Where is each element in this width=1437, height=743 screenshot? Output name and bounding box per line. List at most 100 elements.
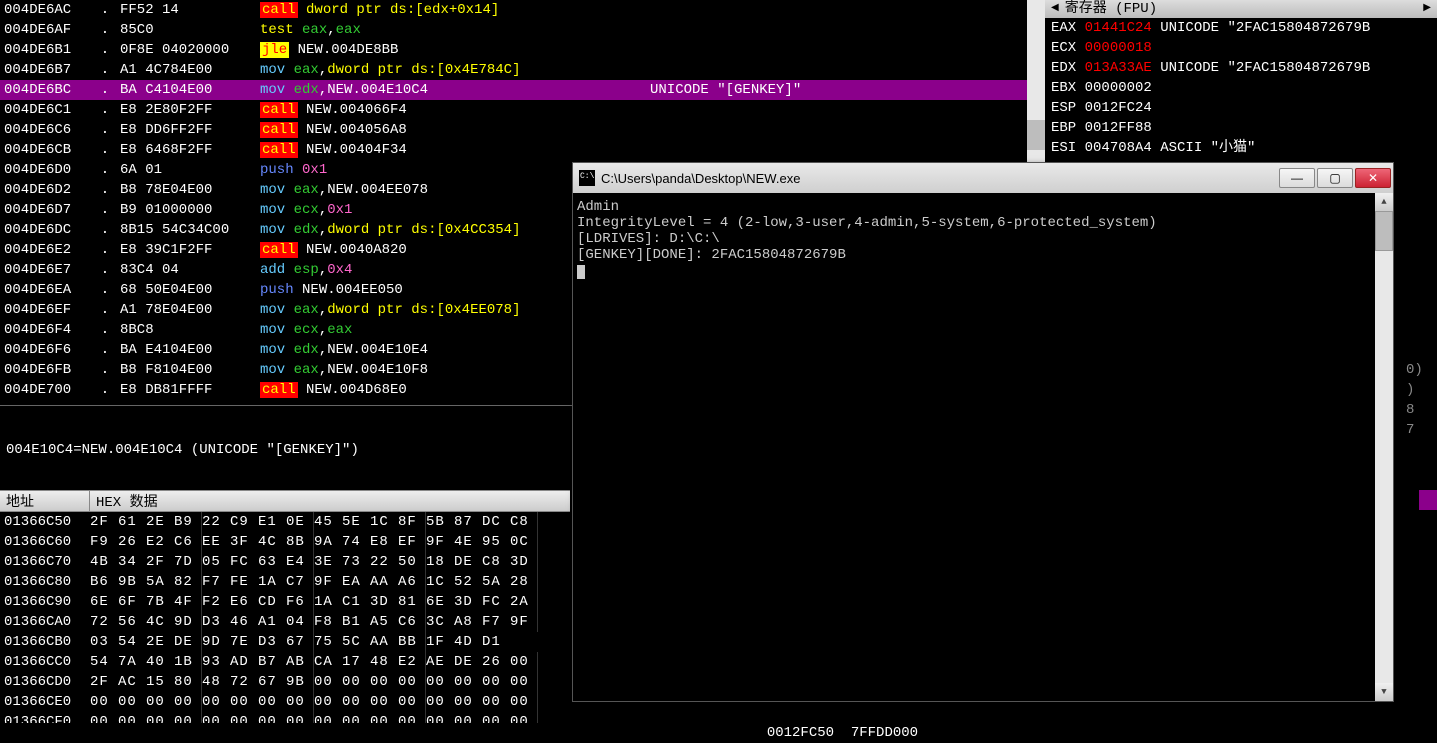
instruction: jle NEW.004DE8BB bbox=[260, 40, 640, 60]
hexdump-row[interactable]: 01366C502F612EB922C9E10E455E1C8F5B87DCC8 bbox=[0, 512, 570, 532]
bytes: BA E4104E00 bbox=[120, 340, 260, 360]
console-window[interactable]: C:\Users\panda\Desktop\NEW.exe — ▢ ✕ Adm… bbox=[572, 162, 1394, 702]
console-body[interactable]: AdminIntegrityLevel = 4 (2-low,3-user,4-… bbox=[573, 193, 1375, 701]
console-line: Admin bbox=[577, 199, 1371, 215]
hexdump-row[interactable]: 01366CA072564C9DD346A104F8B1A5C63CA8F79F bbox=[0, 612, 570, 632]
addr: 004DE6EA bbox=[0, 280, 90, 300]
hexdump-header: 地址 HEX 数据 bbox=[0, 490, 570, 512]
flag: . bbox=[90, 360, 120, 380]
chevron-right-icon[interactable]: ▶ bbox=[1423, 0, 1431, 18]
comment bbox=[640, 120, 1034, 140]
disasm-row[interactable]: 004DE6BC.BA C4104E00mov edx,NEW.004E10C4… bbox=[0, 80, 1034, 100]
disasm-row[interactable]: 004DE6C1.E8 2E80F2FFcall NEW.004066F4 bbox=[0, 100, 1034, 120]
addr: 004DE6D2 bbox=[0, 180, 90, 200]
bytes: 68 50E04E00 bbox=[120, 280, 260, 300]
flag: . bbox=[90, 140, 120, 160]
hexdump-row[interactable]: 01366C704B342F7D05FC63E43E73225018DEC83D bbox=[0, 552, 570, 572]
chevron-left-icon[interactable]: ◀ bbox=[1051, 0, 1059, 18]
flag: . bbox=[90, 280, 120, 300]
disasm-row[interactable]: 004DE6B1.0F8E 04020000jle NEW.004DE8BB bbox=[0, 40, 1034, 60]
addr: 004DE700 bbox=[0, 380, 90, 400]
bytes: BA C4104E00 bbox=[120, 80, 260, 100]
registers-pane[interactable]: ◀ 寄存器 (FPU) ▶ EAX 01441C24 UNICODE "2FAC… bbox=[1045, 0, 1437, 158]
hexdump-row[interactable]: 01366C80B69B5A82F7FE1AC79FEAAAA61C525A28 bbox=[0, 572, 570, 592]
disasm-row[interactable]: 004DE6AF.85C0test eax,eax bbox=[0, 20, 1034, 40]
register-row[interactable]: EBP 0012FF88 bbox=[1045, 118, 1437, 138]
addr: 004DE6B1 bbox=[0, 40, 90, 60]
addr: 004DE6C6 bbox=[0, 120, 90, 140]
disasm-row[interactable]: 004DE6AC.FF52 14call dword ptr ds:[edx+0… bbox=[0, 0, 1034, 20]
scroll-down-icon[interactable]: ▼ bbox=[1375, 683, 1393, 701]
hexdump-row[interactable]: 01366CB003542EDE9D7ED367755CAABB1F4DD1 bbox=[0, 632, 570, 652]
hexdump-row[interactable]: 01366CF000000000000000000000000000000000 bbox=[0, 712, 570, 723]
console-titlebar[interactable]: C:\Users\panda\Desktop\NEW.exe — ▢ ✕ bbox=[573, 163, 1393, 193]
addr: 004DE6BC bbox=[0, 80, 90, 100]
hexdump-row[interactable]: 01366C60F926E2C6EE3F4C8B9A74E8EF9F4E950C bbox=[0, 532, 570, 552]
flag: . bbox=[90, 100, 120, 120]
bytes: E8 2E80F2FF bbox=[120, 100, 260, 120]
register-row[interactable]: ESI 004708A4 ASCII "小猫" bbox=[1045, 138, 1437, 158]
addr: 004DE6AF bbox=[0, 20, 90, 40]
flag: . bbox=[90, 240, 120, 260]
hexdump-addr: 01366C50 bbox=[0, 512, 90, 532]
flag: . bbox=[90, 200, 120, 220]
register-row[interactable]: ESP 0012FC24 bbox=[1045, 98, 1437, 118]
bytes: B8 F8104E00 bbox=[120, 360, 260, 380]
console-scrollbar[interactable]: ▲ ▼ bbox=[1375, 193, 1393, 701]
bytes: A1 4C784E00 bbox=[120, 60, 260, 80]
addr: 004DE6E2 bbox=[0, 240, 90, 260]
bytes: 8B15 54C34C00 bbox=[120, 220, 260, 240]
register-row[interactable]: ECX 00000018 bbox=[1045, 38, 1437, 58]
cursor bbox=[577, 265, 585, 279]
bytes: 85C0 bbox=[120, 20, 260, 40]
comment: UNICODE "[GENKEY]" bbox=[640, 80, 1034, 100]
hexdump-header-hex: HEX 数据 bbox=[90, 491, 570, 511]
hexdump-bytes: 72564C9DD346A104F8B1A5C63CA8F79F bbox=[90, 612, 570, 632]
instruction: mov eax,dword ptr ds:[0x4E784C] bbox=[260, 60, 640, 80]
addr: 004DE6C1 bbox=[0, 100, 90, 120]
addr: 004DE6D0 bbox=[0, 160, 90, 180]
hexdump-row[interactable]: 01366CE000000000000000000000000000000000 bbox=[0, 692, 570, 712]
register-row[interactable]: EDX 013A33AE UNICODE "2FAC15804872679B bbox=[1045, 58, 1437, 78]
bytes: FF52 14 bbox=[120, 0, 260, 20]
disasm-row[interactable]: 004DE6C6.E8 DD6FF2FFcall NEW.004056A8 bbox=[0, 120, 1034, 140]
console-line: [LDRIVES]: D:\C:\ bbox=[577, 231, 1371, 247]
addr: 004DE6F4 bbox=[0, 320, 90, 340]
console-title-text: C:\Users\panda\Desktop\NEW.exe bbox=[601, 171, 1277, 186]
disasm-row[interactable]: 004DE6B7.A1 4C784E00mov eax,dword ptr ds… bbox=[0, 60, 1034, 80]
addr: 004DE6E7 bbox=[0, 260, 90, 280]
comment bbox=[640, 20, 1034, 40]
close-button[interactable]: ✕ bbox=[1355, 168, 1391, 188]
hexdump-bytes: 6E6F7B4FF2E6CDF61AC13D816E3DFC2A bbox=[90, 592, 570, 612]
hexdump-addr: 01366C70 bbox=[0, 552, 90, 572]
instruction: call NEW.004056A8 bbox=[260, 120, 640, 140]
hexdump-addr: 01366CB0 bbox=[0, 632, 90, 652]
maximize-button[interactable]: ▢ bbox=[1317, 168, 1353, 188]
hexdump-bytes: 2F612EB922C9E10E455E1C8F5B87DCC8 bbox=[90, 512, 570, 532]
flag: . bbox=[90, 320, 120, 340]
addr: 004DE6AC bbox=[0, 0, 90, 20]
hexdump-bytes: 547A401B93ADB7ABCA1748E2AEDE2600 bbox=[90, 652, 570, 672]
hexdump-row[interactable]: 01366C906E6F7B4FF2E6CDF61AC13D816E3DFC2A bbox=[0, 592, 570, 612]
hexdump-bytes: 03542EDE9D7ED367755CAABB1F4DD1 bbox=[90, 632, 570, 652]
disasm-row[interactable]: 004DE6CB.E8 6468F2FFcall NEW.00404F34 bbox=[0, 140, 1034, 160]
hexdump-row[interactable]: 01366CC0547A401B93ADB7ABCA1748E2AEDE2600 bbox=[0, 652, 570, 672]
minimize-button[interactable]: — bbox=[1279, 168, 1315, 188]
bytes: B8 78E04E00 bbox=[120, 180, 260, 200]
right-tail: 0))87 bbox=[1400, 360, 1437, 440]
register-row[interactable]: EAX 01441C24 UNICODE "2FAC15804872679B bbox=[1045, 18, 1437, 38]
addr: 004DE6FB bbox=[0, 360, 90, 380]
instruction: call NEW.004066F4 bbox=[260, 100, 640, 120]
comment bbox=[640, 40, 1034, 60]
scroll-up-icon[interactable]: ▲ bbox=[1375, 193, 1393, 211]
hexdump-row[interactable]: 01366CD02FAC15804872679B0000000000000000 bbox=[0, 672, 570, 692]
hexdump-addr: 01366C80 bbox=[0, 572, 90, 592]
comment bbox=[640, 60, 1034, 80]
hexdump-pane[interactable]: 01366C502F612EB922C9E10E455E1C8F5B87DCC8… bbox=[0, 512, 570, 723]
addr: 004DE6D7 bbox=[0, 200, 90, 220]
addr: 004DE6F6 bbox=[0, 340, 90, 360]
scroll-thumb[interactable] bbox=[1375, 211, 1393, 251]
register-row[interactable]: EBX 00000002 bbox=[1045, 78, 1437, 98]
flag: . bbox=[90, 220, 120, 240]
hexdump-addr: 01366CA0 bbox=[0, 612, 90, 632]
